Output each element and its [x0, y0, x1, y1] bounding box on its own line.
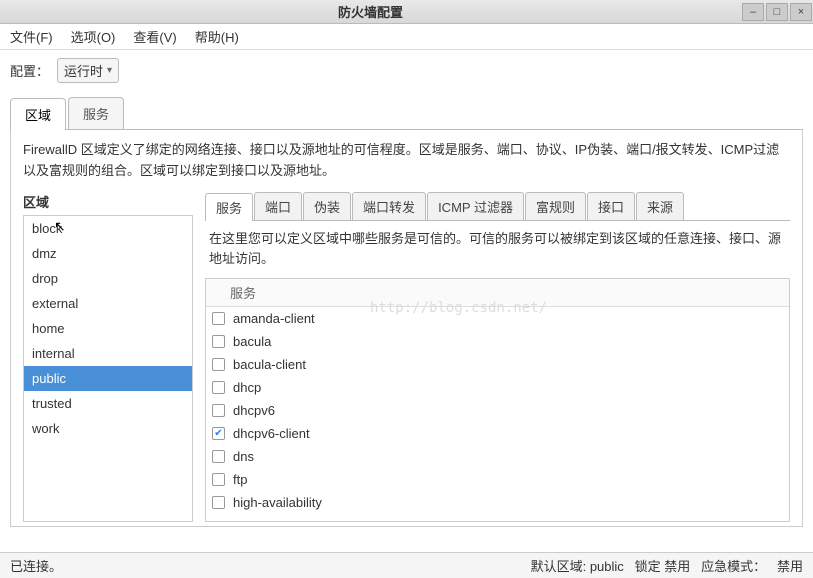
- inner-tab-1[interactable]: 端口: [254, 192, 302, 220]
- menu-help[interactable]: 帮助(H): [191, 25, 243, 48]
- service-row[interactable]: dhcpv6: [206, 399, 789, 422]
- service-name: dhcpv6: [233, 403, 275, 418]
- menu-options[interactable]: 选项(O): [67, 25, 120, 48]
- zone-item-home[interactable]: home: [24, 316, 192, 341]
- zone-panel: FirewallD 区域定义了绑定的网络连接、接口以及源地址的可信程度。区域是服…: [10, 129, 803, 527]
- minimize-button[interactable]: –: [742, 3, 764, 21]
- service-row[interactable]: ✔ dhcpv6-client: [206, 422, 789, 445]
- service-name: amanda-client: [233, 311, 315, 326]
- zone-item-internal[interactable]: internal: [24, 341, 192, 366]
- service-checkbox[interactable]: [212, 358, 225, 371]
- zone-item-drop[interactable]: drop: [24, 266, 192, 291]
- zone-column: 区域 block↖dmzdropexternalhomeinternalpubl…: [23, 192, 193, 522]
- inner-tab-0[interactable]: 服务: [205, 193, 253, 221]
- lock-label: 锁定: [635, 559, 661, 574]
- zone-list-header: 区域: [23, 192, 193, 211]
- inner-tab-6[interactable]: 接口: [587, 192, 635, 220]
- panic-label: 应急模式：: [701, 559, 766, 574]
- inner-tab-2[interactable]: 伪装: [303, 192, 351, 220]
- tab-service[interactable]: 服务: [68, 97, 124, 129]
- service-help-text: 在这里您可以定义区域中哪些服务是可信的。可信的服务可以被绑定到该区域的任意连接、…: [205, 221, 790, 279]
- service-checkbox[interactable]: [212, 381, 225, 394]
- config-label: 配置：: [10, 61, 49, 80]
- zone-item-block[interactable]: block↖: [24, 216, 192, 241]
- service-name: high-availability: [233, 495, 322, 510]
- service-column-header: 服务: [206, 279, 789, 307]
- zone-item-trusted[interactable]: trusted: [24, 391, 192, 416]
- service-checkbox[interactable]: ✔: [212, 427, 225, 440]
- close-button[interactable]: ×: [790, 3, 812, 21]
- menu-file[interactable]: 文件(F): [6, 25, 57, 48]
- inner-tab-3[interactable]: 端口转发: [352, 192, 426, 220]
- inner-tabs: 服务端口伪装端口转发ICMP 过滤器富规则接口来源: [205, 192, 790, 221]
- outer-tabs: 区域 服务: [0, 97, 813, 129]
- service-checkbox[interactable]: [212, 312, 225, 325]
- service-row[interactable]: high-availability: [206, 491, 789, 514]
- service-checkbox[interactable]: [212, 450, 225, 463]
- window-title: 防火墙配置: [0, 2, 741, 21]
- config-dropdown[interactable]: 运行时 ▾: [57, 58, 119, 83]
- tab-zone[interactable]: 区域: [10, 98, 66, 130]
- titlebar: 防火墙配置 – □ ×: [0, 0, 813, 24]
- service-row[interactable]: ftp: [206, 468, 789, 491]
- default-zone-label: 默认区域:: [531, 559, 587, 574]
- service-checkbox[interactable]: [212, 473, 225, 486]
- service-name: dns: [233, 449, 254, 464]
- maximize-button[interactable]: □: [766, 3, 788, 21]
- service-row[interactable]: bacula-client: [206, 353, 789, 376]
- cursor-icon: ↖: [54, 218, 66, 235]
- config-value: 运行时: [64, 61, 103, 80]
- service-name: bacula-client: [233, 357, 306, 372]
- service-name: bacula: [233, 334, 271, 349]
- status-connected: 已连接。: [10, 556, 210, 575]
- service-list[interactable]: 服务 amanda-client bacula bacula-client dhcp d…: [205, 278, 790, 521]
- zone-detail-column: 服务端口伪装端口转发ICMP 过滤器富规则接口来源 在这里您可以定义区域中哪些服…: [205, 192, 790, 522]
- service-name: dhcpv6-client: [233, 426, 310, 441]
- service-name: dhcp: [233, 380, 261, 395]
- menubar: 文件(F) 选项(O) 查看(V) 帮助(H): [0, 24, 813, 50]
- statusbar: 已连接。 默认区域: public 锁定 禁用 应急模式： 禁用: [0, 552, 813, 578]
- menu-view[interactable]: 查看(V): [129, 25, 180, 48]
- config-row: 配置： 运行时 ▾: [0, 50, 813, 91]
- lock-value: 禁用: [664, 559, 690, 574]
- service-row[interactable]: dhcp: [206, 376, 789, 399]
- default-zone-value: public: [590, 559, 624, 574]
- inner-tab-4[interactable]: ICMP 过滤器: [427, 192, 524, 220]
- zone-item-work[interactable]: work: [24, 416, 192, 441]
- inner-tab-7[interactable]: 来源: [636, 192, 684, 220]
- status-right: 默认区域: public 锁定 禁用 应急模式： 禁用: [210, 556, 803, 575]
- chevron-down-icon: ▾: [107, 65, 112, 76]
- service-row[interactable]: dns: [206, 445, 789, 468]
- zone-list[interactable]: block↖dmzdropexternalhomeinternalpublict…: [23, 215, 193, 522]
- inner-tab-5[interactable]: 富规则: [525, 192, 586, 220]
- service-name: ftp: [233, 472, 247, 487]
- zone-description: FirewallD 区域定义了绑定的网络连接、接口以及源地址的可信程度。区域是服…: [23, 140, 790, 182]
- service-checkbox[interactable]: [212, 496, 225, 509]
- zone-item-public[interactable]: public: [24, 366, 192, 391]
- panic-value: 禁用: [777, 559, 803, 574]
- service-checkbox[interactable]: [212, 335, 225, 348]
- service-row[interactable]: bacula: [206, 330, 789, 353]
- service-checkbox[interactable]: [212, 404, 225, 417]
- window-buttons: – □ ×: [741, 3, 813, 21]
- service-row[interactable]: amanda-client: [206, 307, 789, 330]
- zone-item-external[interactable]: external: [24, 291, 192, 316]
- zone-item-dmz[interactable]: dmz: [24, 241, 192, 266]
